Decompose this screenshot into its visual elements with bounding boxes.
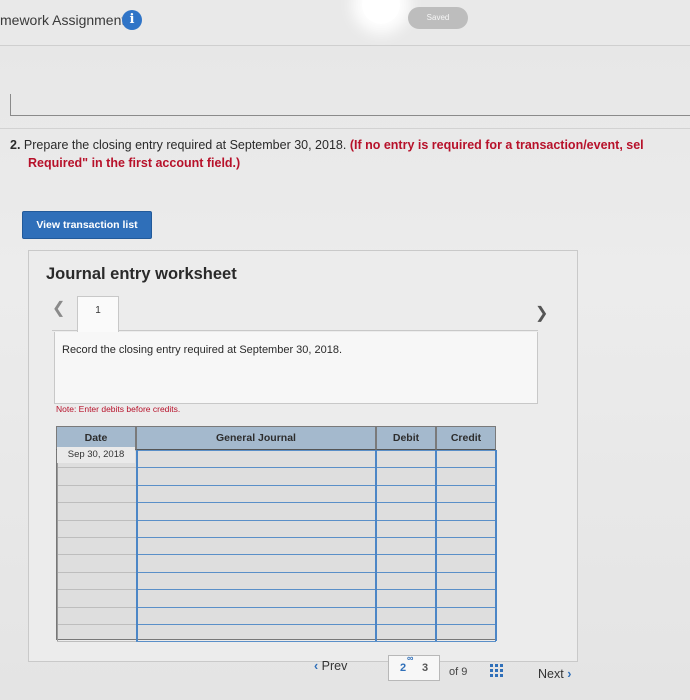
debits-note: Note: Enter debits before credits.: [56, 404, 181, 414]
column-divider: [375, 450, 377, 641]
info-icon[interactable]: i: [122, 10, 142, 30]
column-divider: [57, 450, 58, 641]
tab-rule: [52, 330, 538, 331]
question-text: 2. Prepare the closing entry required at…: [10, 136, 690, 172]
row-divider: [136, 502, 496, 503]
chevron-left-icon[interactable]: ❮: [52, 298, 65, 318]
row-divider: [136, 607, 496, 608]
column-divider: [435, 450, 437, 641]
column-header-general-journal: General Journal: [136, 426, 376, 450]
question-instruction: (If no entry is required for a transacti…: [349, 138, 644, 152]
row-divider: [136, 467, 496, 468]
row-divider: [136, 520, 496, 521]
page-total: of 9: [449, 666, 468, 678]
row-divider: [136, 554, 496, 555]
row-divider: [136, 485, 496, 486]
next-label: Next: [538, 667, 564, 681]
date-cell-row-1[interactable]: Sep 30, 2018: [57, 447, 135, 463]
row-divider: [136, 537, 496, 538]
column-header-credit: Credit: [436, 426, 496, 450]
top-bar: mework Assignment i Saved: [0, 0, 690, 46]
row-divider: [136, 641, 496, 642]
tab-entry-1[interactable]: 1: [77, 296, 119, 332]
column-divider: [495, 450, 497, 641]
row-divider: [136, 572, 496, 573]
row-divider: [57, 485, 136, 486]
row-divider: [57, 641, 136, 642]
column-divider: [136, 450, 138, 641]
row-divider: [57, 607, 136, 608]
row-divider: [57, 467, 136, 468]
row-divider: [57, 502, 136, 503]
row-divider: [57, 554, 136, 555]
link-icon: ∞: [407, 653, 414, 663]
row-divider: [136, 624, 496, 625]
worksheet-title: Journal entry worksheet: [46, 265, 237, 283]
page: mework Assignment i Saved 2. Prepare the…: [0, 0, 690, 700]
grid-icon[interactable]: [490, 664, 504, 678]
next-page-number: 3: [422, 662, 429, 674]
column-header-debit: Debit: [376, 426, 436, 450]
view-transaction-list-button[interactable]: View transaction list: [22, 211, 152, 239]
prev-button[interactable]: ‹ Prev: [314, 659, 347, 673]
page-selector[interactable]: ∞ 2 3: [388, 653, 440, 681]
current-page-number: 2: [400, 662, 407, 674]
question-number: 2.: [10, 138, 21, 152]
row-divider: [57, 520, 136, 521]
saved-badge: Saved: [408, 7, 468, 29]
assignment-title: mework Assignment: [0, 12, 126, 28]
divider: [0, 128, 690, 129]
answer-bracket: [10, 94, 690, 116]
row-divider: [136, 450, 496, 451]
record-instruction: Record the closing entry required at Sep…: [62, 344, 343, 356]
chevron-right-icon: ›: [567, 667, 572, 681]
prev-label: Prev: [321, 659, 348, 673]
row-divider: [57, 624, 136, 625]
record-box: [54, 332, 538, 404]
chevron-left-icon: ‹: [314, 659, 319, 673]
screen-glare: [362, 0, 400, 24]
question-instruction-cont: Required" in the first account field.): [28, 156, 241, 170]
row-divider: [57, 537, 136, 538]
row-divider: [136, 589, 496, 590]
row-divider: [57, 589, 136, 590]
question-prompt: Prepare the closing entry required at Se…: [23, 138, 347, 152]
next-button[interactable]: Next ›: [538, 667, 571, 681]
row-divider: [57, 572, 136, 573]
chevron-right-icon[interactable]: ❯: [535, 303, 548, 323]
